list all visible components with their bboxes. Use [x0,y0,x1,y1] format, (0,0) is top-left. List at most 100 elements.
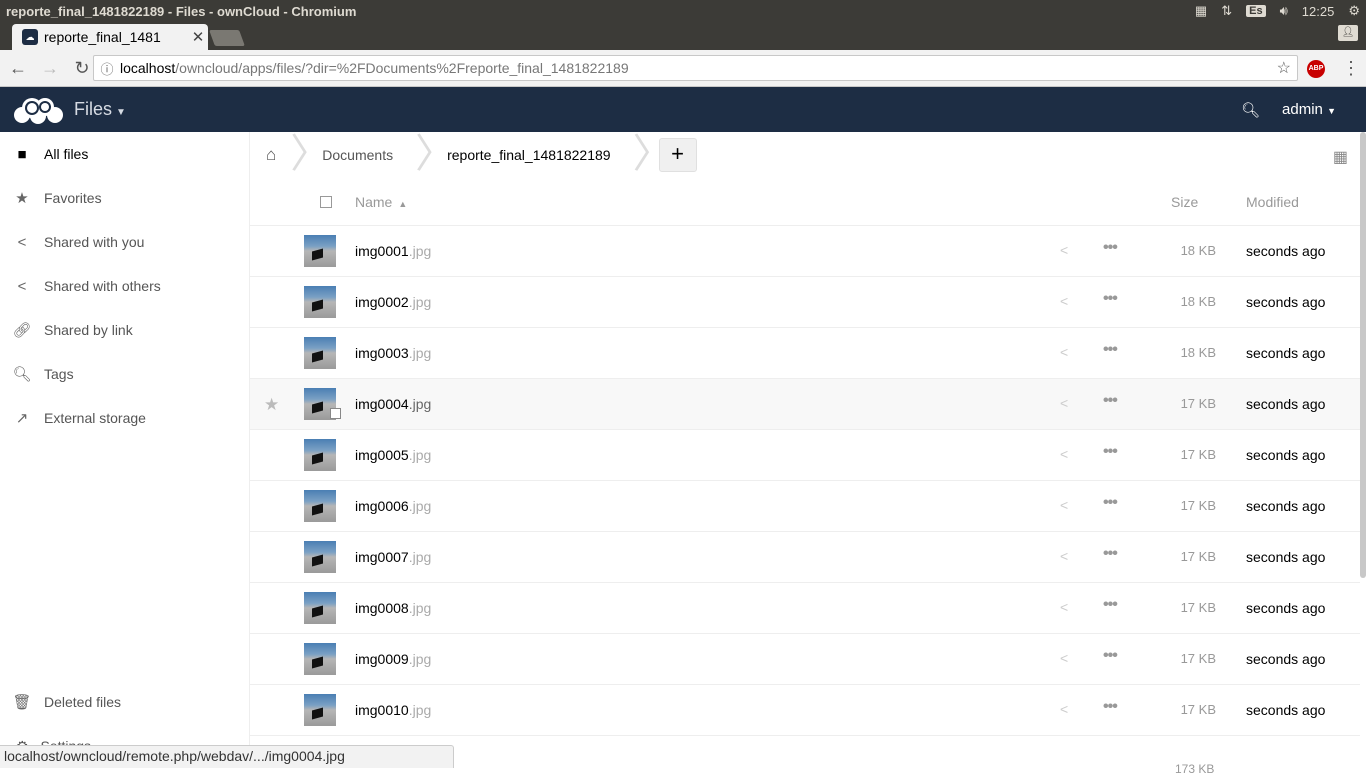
more-actions-icon[interactable]: ••• [1103,239,1118,257]
more-actions-icon[interactable]: ••• [1103,443,1118,461]
transfer-icon[interactable]: ⇅ [1221,3,1232,19]
share-icon[interactable]: < [1060,497,1068,513]
file-thumbnail[interactable] [304,490,336,522]
user-menu[interactable]: admin ▼ [1282,101,1336,118]
breadcrumb-item[interactable]: Documents [300,132,415,178]
table-row[interactable]: ★ img0004.jpg < ••• 17 KB seconds ago [250,379,1360,430]
breadcrumb-item-current[interactable]: reporte_final_1481822189 [425,132,632,178]
browser-menu-icon[interactable]: ⋮ [1342,58,1360,79]
sidebar-item-tags[interactable]: 🔍︎ Tags [0,352,249,396]
sidebar-item-shared-with-others[interactable]: < Shared with others [0,264,249,308]
search-icon[interactable]: 🔍︎ [1241,101,1260,119]
file-name[interactable]: img0005.jpg [355,447,431,463]
table-row[interactable]: img0002.jpg < ••• 18 KB seconds ago [250,277,1360,328]
clock[interactable]: 12:25 [1302,4,1335,19]
share-icon[interactable]: < [1060,395,1068,411]
adblock-icon[interactable]: ABP [1307,60,1325,78]
gear-icon[interactable]: ⚙ [1348,3,1360,19]
file-name[interactable]: img0001.jpg [355,243,431,259]
breadcrumb-home[interactable]: ⌂ [250,132,290,178]
network-icon[interactable]: ▦ [1195,3,1207,19]
file-thumbnail[interactable] [304,643,336,675]
share-icon[interactable]: < [1060,650,1068,666]
sidebar-item-all-files[interactable]: ■ All files [0,132,249,176]
file-name[interactable]: img0007.jpg [355,549,431,565]
more-actions-icon[interactable]: ••• [1103,290,1118,308]
table-row[interactable]: img0009.jpg < ••• 17 KB seconds ago [250,634,1360,685]
info-icon[interactable]: ⓘ [94,59,120,78]
address-bar[interactable]: ⓘ localhost/owncloud/apps/files/?dir=%2F… [93,55,1298,81]
more-actions-icon[interactable]: ••• [1103,647,1118,665]
volume-icon[interactable]: 🔊︎ [1280,3,1288,19]
table-row[interactable]: img0008.jpg < ••• 17 KB seconds ago [250,583,1360,634]
more-actions-icon[interactable]: ••• [1103,545,1118,563]
table-row[interactable]: img0006.jpg < ••• 17 KB seconds ago [250,481,1360,532]
share-icon[interactable]: < [1060,242,1068,258]
file-name[interactable]: img0008.jpg [355,600,431,616]
table-row[interactable]: img0005.jpg < ••• 17 KB seconds ago [250,430,1360,481]
file-name[interactable]: img0004.jpg [355,396,431,412]
column-size[interactable]: Size [1171,194,1198,210]
more-actions-icon[interactable]: ••• [1103,494,1118,512]
scrollbar[interactable] [1360,132,1366,578]
sidebar-item-deleted-files[interactable]: 🗑︎ Deleted files [0,680,250,724]
share-icon[interactable]: < [1060,548,1068,564]
file-thumbnail[interactable] [304,592,336,624]
sidebar-item-shared-with-you[interactable]: < Shared with you [0,220,249,264]
bookmark-star-icon[interactable]: ☆ [1277,58,1291,78]
file-name[interactable]: img0003.jpg [355,345,431,361]
owncloud-logo-icon[interactable] [12,95,64,125]
table-row[interactable]: img0007.jpg < ••• 17 KB seconds ago [250,532,1360,583]
row-checkbox[interactable] [330,408,341,419]
back-icon[interactable]: ← [4,58,32,79]
share-icon[interactable]: < [1060,701,1068,717]
new-tab-button[interactable] [209,30,245,46]
file-name[interactable]: img0006.jpg [355,498,431,514]
share-icon[interactable]: < [1060,344,1068,360]
file-name[interactable]: img0002.jpg [355,294,431,310]
file-thumbnail[interactable] [304,439,336,471]
file-name[interactable]: img0009.jpg [355,651,431,667]
file-size: 17 KB [1180,447,1216,462]
select-all-checkbox[interactable] [320,195,332,208]
reload-icon[interactable]: ↻ [68,58,96,79]
app-menu-button[interactable]: Files ▼ [74,99,126,120]
column-modified[interactable]: Modified [1246,194,1299,210]
file-extension: .jpg [408,498,432,514]
chevron-down-icon: ▼ [116,107,126,118]
browser-tab[interactable]: ☁ reporte_final_1481 ✕ [12,24,208,50]
file-name[interactable]: img0010.jpg [355,702,431,718]
share-icon[interactable]: < [1060,293,1068,309]
file-modified: seconds ago [1246,702,1326,718]
close-icon[interactable]: ✕ [188,28,208,46]
file-thumbnail[interactable] [304,694,336,726]
more-actions-icon[interactable]: ••• [1103,698,1118,716]
table-row[interactable]: img0003.jpg < ••• 18 KB seconds ago [250,328,1360,379]
external-icon: ↗ [15,410,29,427]
file-thumbnail[interactable] [304,235,336,267]
file-thumbnail[interactable] [304,541,336,573]
file-thumbnail[interactable] [304,337,336,369]
sort-ascending-icon: ▲ [398,198,408,209]
profile-icon[interactable]: 👤︎ [1338,25,1358,41]
sidebar-item-favorites[interactable]: ★ Favorites [0,176,249,220]
sidebar-item-external-storage[interactable]: ↗ External storage [0,396,249,440]
share-icon[interactable]: < [1060,599,1068,615]
favorite-star-icon[interactable]: ★ [264,395,279,415]
table-row[interactable]: img0001.jpg < ••• 18 KB seconds ago [250,226,1360,277]
forward-icon[interactable]: → [36,58,64,79]
column-name[interactable]: Name ▲ [355,194,407,210]
file-thumbnail[interactable] [304,286,336,318]
grid-view-icon[interactable]: ▦ [1333,147,1348,167]
new-button[interactable]: + [658,138,697,172]
url-path: /owncloud/apps/files/?dir=%2FDocuments%2… [175,60,629,76]
sidebar-item-shared-by-link[interactable]: 🔗︎ Shared by link [0,308,249,352]
more-actions-icon[interactable]: ••• [1103,596,1118,614]
app-header: Files ▼ 🔍︎ admin ▼ [0,87,1366,132]
more-actions-icon[interactable]: ••• [1103,392,1118,410]
search-icon: 🔍︎ [12,366,32,383]
more-actions-icon[interactable]: ••• [1103,341,1118,359]
table-row[interactable]: img0010.jpg < ••• 17 KB seconds ago [250,685,1360,736]
share-icon[interactable]: < [1060,446,1068,462]
keyboard-layout[interactable]: Es [1246,5,1266,17]
